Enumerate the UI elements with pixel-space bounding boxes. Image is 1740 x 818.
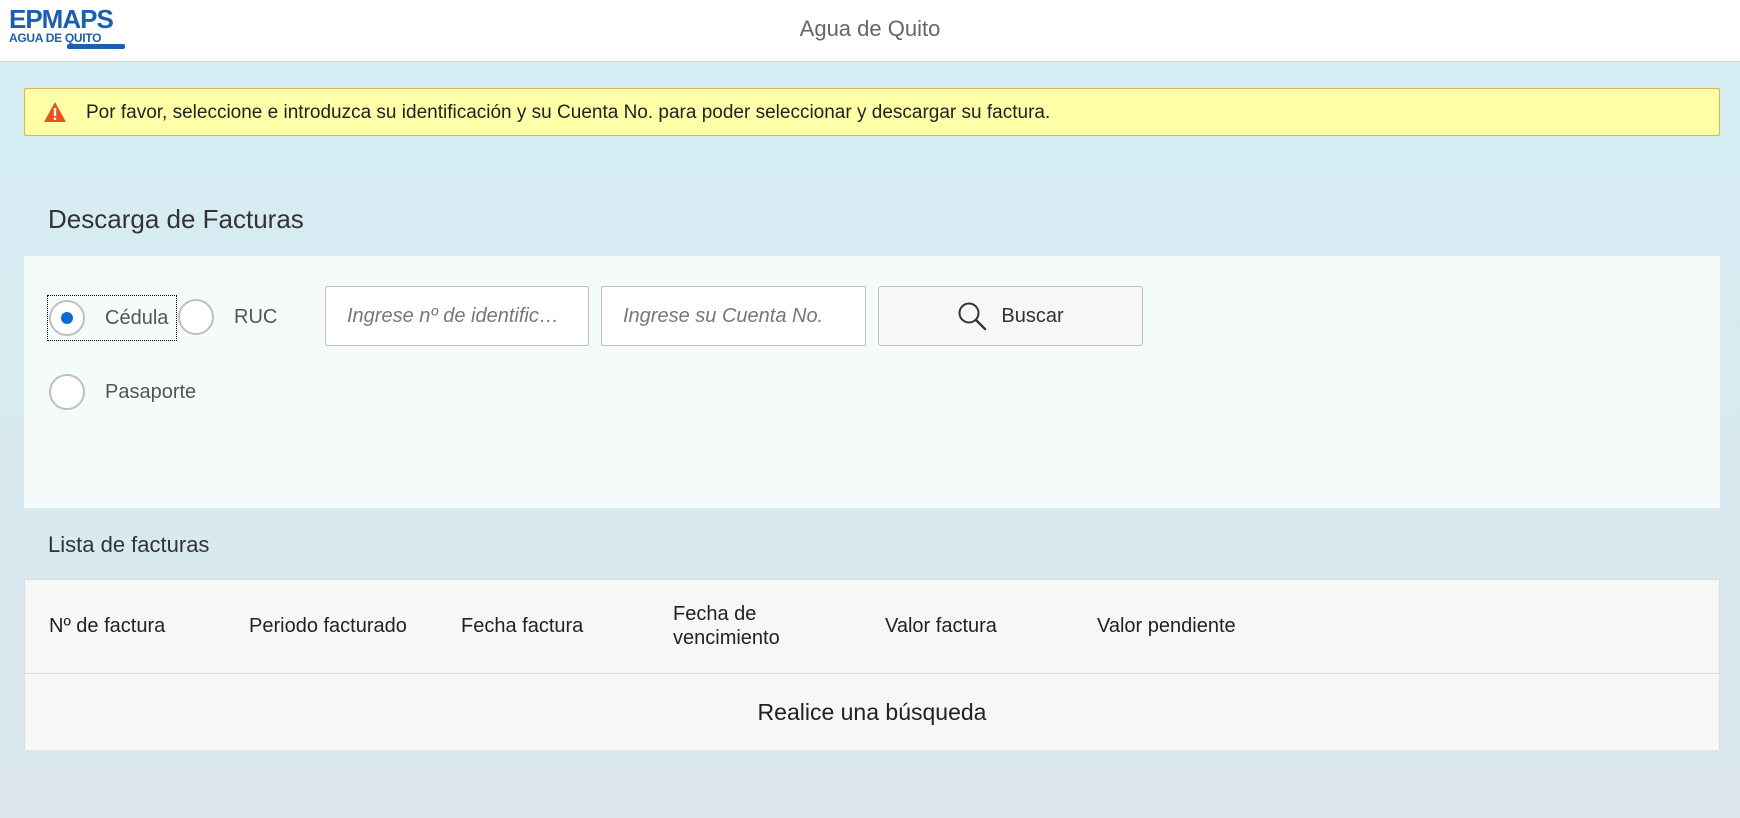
radio-ruc-label: RUC [234,305,278,328]
warning-icon [44,102,66,122]
app-title: Agua de Quito [799,16,941,41]
radio-pasaporte-label: Pasaporte [105,380,197,403]
warning-message-text: Por favor, seleccione e introduzca su id… [86,102,1051,123]
column-header-invoice-value[interactable]: Valor factura [885,614,997,638]
search-button[interactable]: Buscar [878,286,1143,346]
invoice-table: Nº de factura Periodo facturado Fecha fa… [24,579,1720,750]
table-empty-text: Realice una búsqueda [757,699,987,725]
invoice-list-title: Lista de facturas [48,532,210,557]
identification-input-placeholder: Ingrese nº de identificación [347,304,567,327]
form-title: Descarga de Facturas [48,204,304,234]
column-header-billing-period[interactable]: Periodo facturado [249,614,407,638]
column-header-due-date[interactable]: Fecha de vencimiento [673,602,823,650]
radio-pasaporte-circle[interactable] [49,374,85,410]
account-number-input-placeholder: Ingrese su Cuenta No. [623,304,824,327]
radio-cedula[interactable]: Cédula [47,295,177,341]
identification-input[interactable]: Ingrese nº de identificación [325,286,589,346]
app-header: EPMAPS AGUA DE QUITO Agua de Quito [0,0,1740,62]
column-header-invoice-number[interactable]: Nº de factura [49,614,165,638]
warning-message-strip: Por favor, seleccione e introduzca su id… [24,88,1720,136]
search-form-panel [24,255,1720,508]
radio-ruc-circle[interactable] [178,299,214,335]
column-header-pending-value[interactable]: Valor pendiente [1097,614,1236,638]
search-icon [958,302,987,331]
radio-ruc[interactable]: RUC [178,299,277,335]
account-number-input[interactable]: Ingrese su Cuenta No. [601,286,866,346]
radio-cedula-label: Cédula [105,306,169,329]
radio-pasaporte[interactable]: Pasaporte [49,374,196,410]
invoice-table-header: Nº de factura Periodo facturado Fecha fa… [25,580,1719,674]
search-button-label: Buscar [1001,304,1064,327]
logo-swoosh [67,44,125,49]
table-empty-row: Realice una búsqueda [25,675,1719,750]
column-header-invoice-date[interactable]: Fecha factura [461,614,583,638]
radio-cedula-circle[interactable] [49,300,85,336]
